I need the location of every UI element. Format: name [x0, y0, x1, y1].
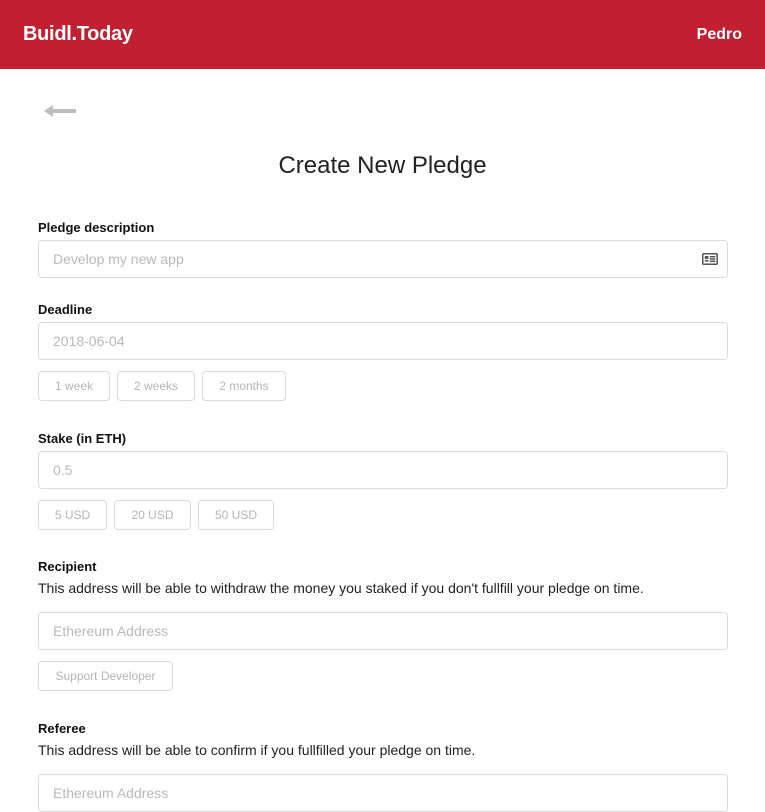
description-field-wrapper [38, 240, 728, 278]
description-label: Pledge description [38, 220, 155, 235]
stake-20-usd-button[interactable]: 20 USD [114, 500, 191, 530]
description-input[interactable] [53, 251, 713, 267]
stake-label: Stake (in ETH) [38, 431, 127, 446]
deadline-field-wrapper [38, 322, 728, 360]
stake-50-usd-button[interactable]: 50 USD [198, 500, 274, 530]
support-developer-button[interactable]: Support Developer [38, 661, 173, 691]
deadline-2-months-button[interactable]: 2 months [202, 371, 286, 401]
referee-help-text: This address will be able to confirm if … [38, 742, 476, 758]
user-menu[interactable]: Pedro [697, 26, 742, 44]
recipient-label: Recipient [38, 559, 97, 574]
arrow-left-icon [44, 105, 76, 117]
referee-label: Referee [38, 721, 86, 736]
stake-5-usd-button[interactable]: 5 USD [38, 500, 107, 530]
recipient-field-wrapper [38, 612, 728, 650]
brand-logo[interactable]: Buidl.Today [23, 23, 133, 46]
deadline-1-week-button[interactable]: 1 week [38, 371, 110, 401]
stake-field-wrapper [38, 451, 728, 489]
recipient-address-input[interactable] [53, 623, 713, 639]
stake-input[interactable] [53, 462, 713, 478]
referee-field-wrapper [38, 774, 728, 812]
deadline-input[interactable] [53, 333, 713, 349]
address-card-icon [702, 253, 718, 265]
navbar: Buidl.Today Pedro [0, 0, 765, 69]
referee-address-input[interactable] [53, 785, 713, 801]
deadline-label: Deadline [38, 302, 93, 317]
back-button[interactable] [44, 104, 76, 118]
recipient-help-text: This address will be able to withdraw th… [38, 580, 644, 596]
deadline-2-weeks-button[interactable]: 2 weeks [117, 371, 195, 401]
page-title: Create New Pledge [278, 152, 487, 179]
